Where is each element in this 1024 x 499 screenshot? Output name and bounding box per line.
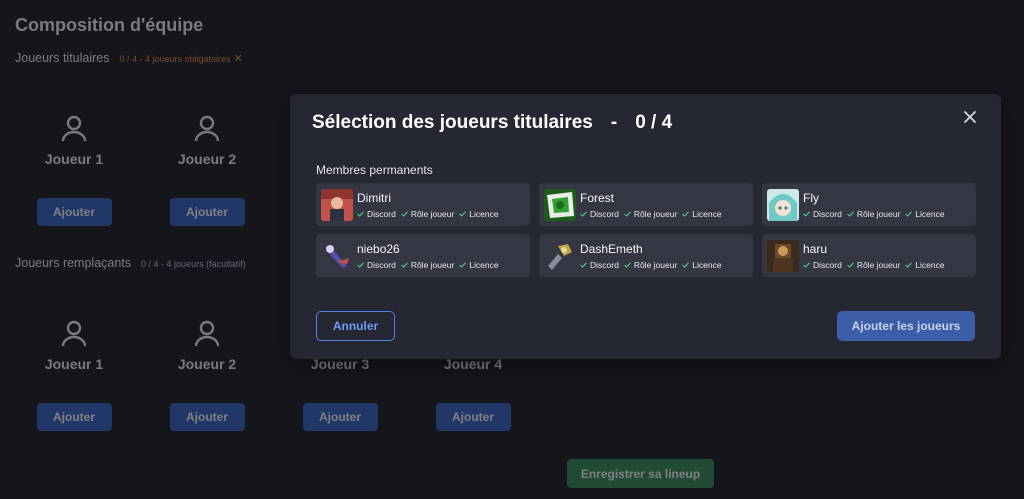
titulaires-label: Joueurs titulaires	[15, 51, 110, 65]
member-name: niebo26	[357, 241, 400, 256]
player-name: Joueur 1	[44, 151, 104, 167]
user-icon	[61, 320, 87, 347]
add-player-button[interactable]: Ajouter	[169, 403, 245, 431]
check-icon	[400, 261, 408, 268]
check-icon	[400, 210, 408, 217]
member-name: haru	[803, 241, 828, 256]
add-player-button[interactable]: Ajouter	[36, 403, 112, 431]
members-grid: Dimitri Discord Rôle joueur Licence Fore…	[316, 183, 976, 277]
modal-title-separator: -	[610, 112, 618, 133]
check-icon	[682, 210, 690, 217]
modal-title: Sélection des joueurs titulaires - 0 / 4	[312, 112, 672, 134]
check-icon	[357, 210, 364, 217]
avatar-dimitri	[321, 188, 353, 221]
member-name: Fly	[803, 190, 819, 205]
member-name: DashEmeth	[580, 241, 643, 256]
remplacants-label: Joueurs remplaçants	[15, 256, 132, 270]
add-player-button[interactable]: Ajouter	[435, 403, 511, 431]
member-card-fly[interactable]: Fly Discord Rôle joueur Licence	[762, 183, 976, 226]
remplacant-slot-1: Joueur 1 Ajouter	[14, 319, 134, 431]
add-players-button[interactable]: Ajouter les joueurs	[837, 311, 975, 341]
titulaires-hint: 0 / 4 - 4 joueurs obligatoires ✕	[119, 53, 243, 65]
check-icon	[623, 261, 631, 268]
member-checks: Discord Rôle joueur Licence	[803, 260, 945, 270]
check-icon	[803, 210, 810, 217]
members-section-label: Membres permanents	[316, 163, 433, 177]
titulaire-slot-2: Joueur 2 Ajouter	[147, 114, 267, 226]
member-name: Dimitri	[357, 190, 391, 205]
save-lineup-button[interactable]: Enregistrer sa lineup	[567, 459, 714, 488]
cancel-button[interactable]: Annuler	[316, 311, 395, 341]
avatar-niebo26	[321, 239, 353, 272]
remplacant-slot-2: Joueur 2 Ajouter	[147, 319, 267, 431]
member-card-niebo26[interactable]: niebo26 Discord Rôle joueur Licence	[316, 234, 530, 277]
member-card-dashemeth[interactable]: DashEmeth Discord Rôle joueur Licence	[539, 234, 753, 277]
titulaires-header: Joueurs titulaires 0 / 4 - 4 joueurs obl…	[15, 51, 243, 65]
remplacants-header: Joueurs remplaçants 0 / 4 - 4 joueurs (f…	[15, 256, 246, 270]
check-icon	[803, 261, 810, 268]
check-icon	[905, 261, 913, 268]
player-name: Joueur 2	[177, 356, 237, 372]
check-icon	[459, 261, 467, 268]
player-name: Joueur 1	[44, 356, 104, 372]
member-checks: Discord Rôle joueur Licence	[803, 209, 945, 219]
add-player-button[interactable]: Ajouter	[302, 403, 378, 431]
avatar-dashemeth	[544, 239, 576, 272]
check-icon	[580, 210, 587, 217]
check-icon	[459, 210, 467, 217]
avatar-haru	[767, 239, 799, 272]
check-icon	[623, 210, 631, 217]
check-icon	[905, 210, 913, 217]
member-card-forest[interactable]: Forest Discord Rôle joueur Licence	[539, 183, 753, 226]
user-icon	[194, 115, 220, 142]
avatar-forest	[544, 188, 576, 221]
check-icon	[846, 261, 854, 268]
member-checks: Discord Rôle joueur Licence	[580, 209, 722, 219]
avatar-fly	[767, 188, 799, 221]
check-icon	[357, 261, 364, 268]
remplacants-hint: 0 / 4 - 4 joueurs (facultatif)	[141, 259, 246, 269]
member-card-haru[interactable]: haru Discord Rôle joueur Licence	[762, 234, 976, 277]
member-checks: Discord Rôle joueur Licence	[580, 260, 722, 270]
x-icon: ✕	[233, 53, 243, 65]
user-icon	[194, 320, 220, 347]
check-icon	[846, 210, 854, 217]
modal-title-text: Sélection des joueurs titulaires	[312, 112, 593, 133]
titulaire-slot-1: Joueur 1 Ajouter	[14, 114, 134, 226]
add-player-button[interactable]: Ajouter	[169, 198, 245, 226]
user-icon	[61, 115, 87, 142]
close-icon[interactable]	[963, 110, 977, 124]
player-selection-modal: Sélection des joueurs titulaires - 0 / 4…	[290, 94, 1001, 359]
check-icon	[682, 261, 690, 268]
member-card-dimitri[interactable]: Dimitri Discord Rôle joueur Licence	[316, 183, 530, 226]
selection-count: 0 / 4	[635, 112, 673, 133]
check-icon	[580, 261, 587, 268]
member-checks: Discord Rôle joueur Licence	[357, 260, 499, 270]
page-title: Composition d'équipe	[15, 15, 204, 35]
member-checks: Discord Rôle joueur Licence	[357, 209, 499, 219]
player-name: Joueur 2	[177, 151, 237, 167]
member-name: Forest	[580, 190, 615, 205]
add-player-button[interactable]: Ajouter	[36, 198, 112, 226]
